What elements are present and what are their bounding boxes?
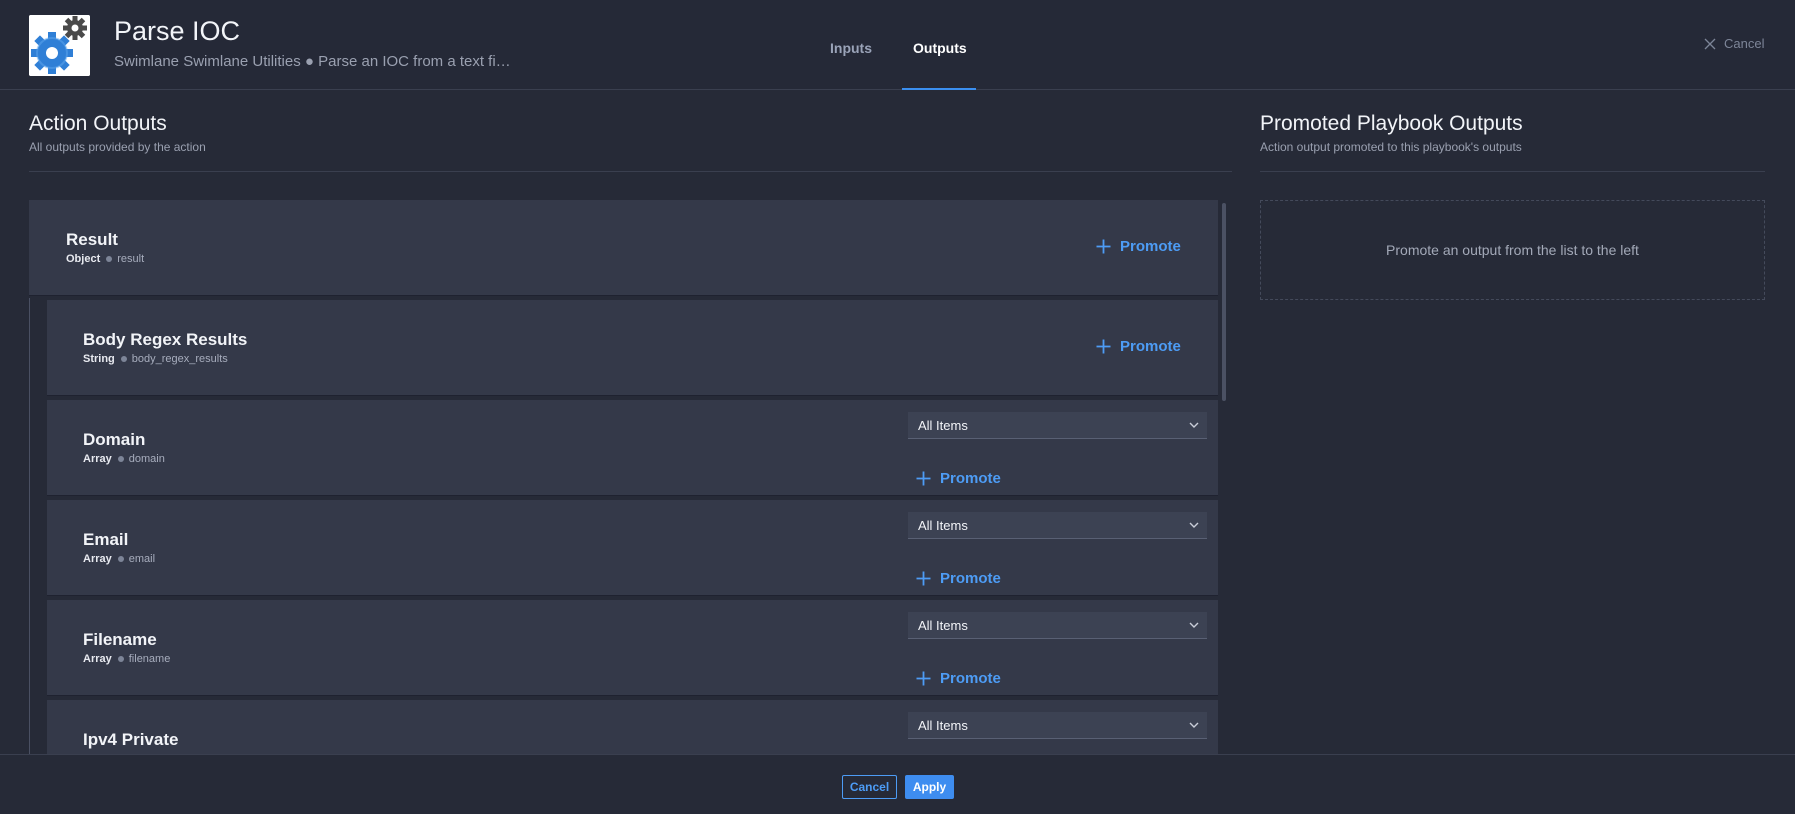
promote-button[interactable]: Promote: [1096, 238, 1181, 255]
output-name: Ipv4 Private: [83, 730, 179, 749]
action-outputs-title: Action Outputs: [29, 112, 167, 135]
output-meta: Array domain: [83, 453, 165, 465]
output-type: Object: [66, 253, 101, 265]
tab-outputs[interactable]: Outputs: [913, 40, 967, 56]
active-tab-indicator: [902, 88, 976, 90]
plus-icon: [916, 471, 931, 486]
output-card-domain: Domain Array domain All Items Promote: [47, 400, 1218, 495]
page-title: Parse IOC: [114, 16, 241, 46]
items-select[interactable]: All Items: [908, 612, 1207, 639]
output-card-result: Result Object result Promote: [29, 200, 1218, 295]
page-header: Parse IOC Swimlane Swimlane Utilities ● …: [0, 0, 1795, 90]
output-meta: Object result: [66, 253, 144, 265]
chevron-down-icon: [1189, 722, 1199, 728]
header-cancel-button[interactable]: Cancel: [1704, 36, 1764, 51]
promote-label: Promote: [940, 470, 1001, 487]
output-card-body-regex-results: Body Regex Results String body_regex_resu…: [47, 300, 1218, 395]
items-select-value: All Items: [918, 518, 968, 533]
plus-icon: [916, 671, 931, 686]
output-name: Email: [83, 530, 129, 549]
output-key: domain: [128, 453, 165, 465]
promoted-outputs-dropzone: Promote an output from the list to the l…: [1260, 200, 1765, 300]
chevron-down-icon: [1189, 422, 1199, 428]
cancel-button[interactable]: Cancel: [842, 775, 897, 799]
apply-button[interactable]: Apply: [905, 775, 954, 799]
tab-inputs[interactable]: Inputs: [830, 40, 872, 56]
chevron-down-icon: [1189, 622, 1199, 628]
header-cancel-label: Cancel: [1724, 36, 1765, 51]
items-select-value: All Items: [918, 418, 968, 433]
output-name: Filename: [83, 630, 157, 649]
output-name: Result: [66, 230, 118, 249]
output-name: Body Regex Results: [83, 330, 248, 349]
output-type: Array: [83, 453, 112, 465]
items-select[interactable]: All Items: [908, 512, 1207, 539]
promote-label: Promote: [1120, 238, 1181, 255]
plus-icon: [1096, 239, 1111, 254]
action-outputs-subtitle: All outputs provided by the action: [29, 140, 206, 154]
output-meta: Array filename: [83, 653, 170, 665]
separator-dot: [117, 455, 124, 462]
items-select[interactable]: All Items: [908, 712, 1207, 739]
output-key: result: [117, 253, 145, 265]
promoted-outputs-title: Promoted Playbook Outputs: [1260, 112, 1523, 135]
items-select-value: All Items: [918, 718, 968, 733]
plus-icon: [1096, 339, 1111, 354]
plus-icon: [916, 571, 931, 586]
list-scrollbar[interactable]: [1222, 203, 1226, 401]
promote-button[interactable]: Promote: [916, 570, 1001, 587]
promote-label: Promote: [1120, 338, 1181, 355]
action-outputs-divider: [29, 171, 1232, 172]
promote-button[interactable]: Promote: [916, 670, 1001, 687]
output-key: email: [128, 553, 156, 565]
output-meta: String body_regex_results: [83, 353, 228, 365]
promoted-outputs-subtitle: Action output promoted to this playbook'…: [1260, 140, 1522, 154]
gears-icon: [29, 15, 90, 76]
promote-label: Promote: [940, 570, 1001, 587]
output-type: Array: [83, 553, 112, 565]
output-meta: Array email: [83, 553, 155, 565]
items-select[interactable]: All Items: [908, 412, 1207, 439]
page-footer: Cancel Apply: [0, 754, 1795, 814]
empty-message: Promote an output from the list to the l…: [1386, 242, 1639, 258]
separator-dot: [117, 555, 124, 562]
output-name: Domain: [83, 430, 146, 449]
nesting-line: [29, 298, 30, 755]
output-card-filename: Filename Array filename All Items Promote: [47, 600, 1218, 695]
output-key: filename: [128, 653, 171, 665]
promote-button[interactable]: Promote: [916, 470, 1001, 487]
close-icon: [1704, 38, 1716, 49]
separator-dot: [117, 655, 124, 662]
items-select-value: All Items: [918, 618, 968, 633]
separator-dot: [106, 255, 113, 262]
output-card-email: Email Array email All Items Promote: [47, 500, 1218, 595]
output-card-ipv4-private: Ipv4 Private All Items: [47, 700, 1218, 755]
output-type: String: [83, 353, 115, 365]
promoted-outputs-divider: [1260, 171, 1765, 172]
page-subtitle: Swimlane Swimlane Utilities ● Parse an I…: [114, 53, 511, 70]
action-outputs-list: Result Object result Promote Body Regex R…: [29, 200, 1219, 755]
output-key: body_regex_results: [131, 353, 228, 365]
chevron-down-icon: [1189, 522, 1199, 528]
promote-button[interactable]: Promote: [1096, 338, 1181, 355]
output-type: Array: [83, 653, 112, 665]
separator-dot: [120, 355, 127, 362]
promote-label: Promote: [940, 670, 1001, 687]
